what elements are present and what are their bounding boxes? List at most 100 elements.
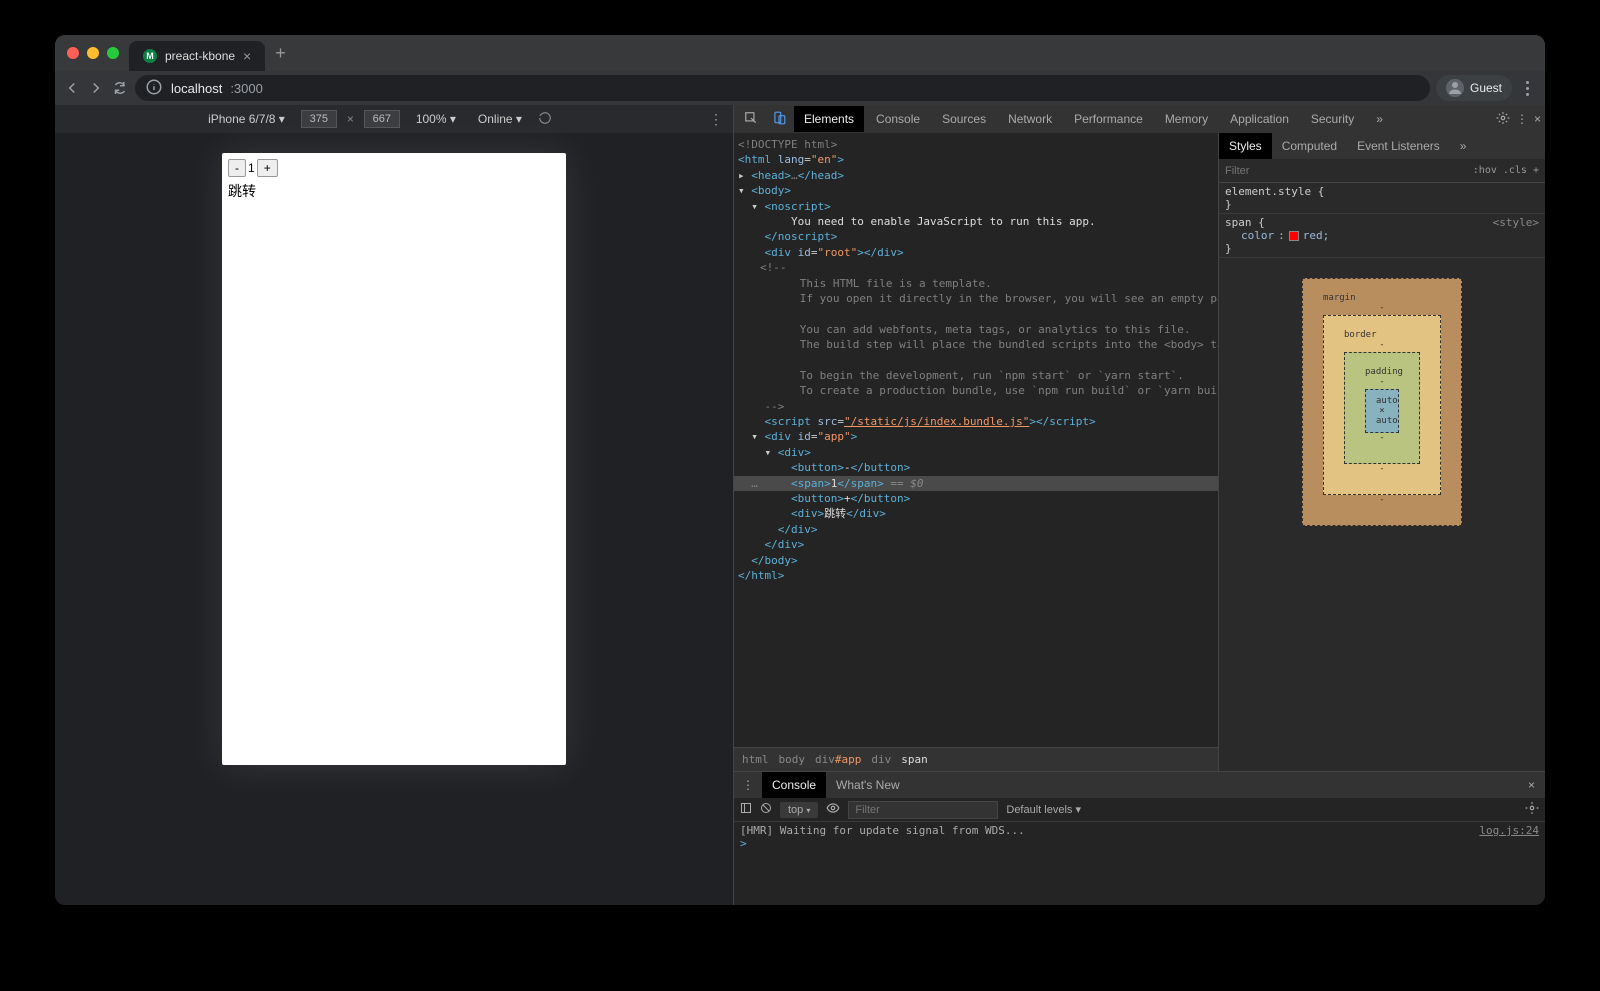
dom-line[interactable]: ▾ <div> bbox=[734, 445, 1218, 460]
tab-performance[interactable]: Performance bbox=[1064, 106, 1153, 132]
tab-sources[interactable]: Sources bbox=[932, 106, 996, 132]
increment-button[interactable]: + bbox=[257, 159, 278, 177]
console-settings-button[interactable] bbox=[1525, 801, 1539, 818]
close-devtools-button[interactable]: × bbox=[1534, 112, 1541, 126]
breadcrumb-item[interactable]: body bbox=[779, 753, 806, 766]
console-prompt[interactable]: > bbox=[740, 837, 1539, 850]
device-toggle-button[interactable] bbox=[766, 111, 792, 128]
dom-line[interactable]: ▸ <head>…</head> bbox=[734, 168, 1218, 183]
navigate-link[interactable]: 跳转 bbox=[228, 181, 560, 201]
clear-console-button[interactable] bbox=[760, 802, 772, 817]
dom-line[interactable]: You need to enable JavaScript to run thi… bbox=[734, 214, 1218, 229]
subtab-overflow[interactable]: » bbox=[1450, 133, 1477, 159]
close-window-button[interactable] bbox=[67, 47, 79, 59]
breadcrumb-item[interactable]: div#app bbox=[815, 753, 861, 766]
dom-line[interactable]: </body> bbox=[734, 553, 1218, 568]
drawer-tab-console[interactable]: Console bbox=[762, 772, 826, 798]
dom-line-selected[interactable]: … <span>1</span> == $0 bbox=[734, 476, 1218, 491]
profile-chip[interactable]: Guest bbox=[1436, 75, 1512, 101]
dom-line[interactable]: <html lang="en"> bbox=[734, 152, 1218, 167]
dom-line[interactable]: ▾ <body> bbox=[734, 183, 1218, 198]
drawer-tab-whatsnew[interactable]: What's New bbox=[826, 772, 910, 798]
dom-line[interactable]: </div> bbox=[734, 537, 1218, 552]
console-sidebar-toggle[interactable] bbox=[740, 802, 752, 817]
back-button[interactable] bbox=[63, 79, 81, 97]
style-rule[interactable]: <style> span { color: red; } bbox=[1219, 214, 1545, 258]
drawer-tabs: ⋮ Console What's New × bbox=[734, 772, 1545, 798]
live-expression-button[interactable] bbox=[826, 801, 840, 818]
dom-line[interactable]: </html> bbox=[734, 568, 1218, 583]
height-input[interactable] bbox=[364, 110, 400, 128]
dom-line[interactable]: <button>+</button> bbox=[734, 491, 1218, 506]
dom-line[interactable]: <div id="root"></div> bbox=[734, 245, 1218, 260]
url-input[interactable]: localhost:3000 bbox=[135, 75, 1430, 101]
dom-line[interactable]: <button>-</button> bbox=[734, 460, 1218, 475]
styles-filter-input[interactable] bbox=[1225, 165, 1467, 177]
style-rule[interactable]: element.style { } bbox=[1219, 183, 1545, 214]
forward-button[interactable] bbox=[87, 79, 105, 97]
dom-line[interactable]: ▾ <div id="app"> bbox=[734, 429, 1218, 444]
subtab-listeners[interactable]: Event Listeners bbox=[1347, 133, 1450, 159]
decrement-button[interactable]: - bbox=[228, 159, 246, 177]
device-select[interactable]: iPhone 6/7/8 ▾ bbox=[202, 110, 291, 128]
dom-line[interactable]: <!-- bbox=[734, 260, 1218, 275]
tabs-overflow[interactable]: » bbox=[1366, 106, 1393, 132]
dom-line[interactable]: --> bbox=[734, 399, 1218, 414]
subtab-styles[interactable]: Styles bbox=[1219, 133, 1272, 159]
new-tab-button[interactable]: + bbox=[275, 43, 286, 64]
dom-line[interactable]: <script src="/static/js/index.bundle.js"… bbox=[734, 414, 1218, 429]
breadcrumb-item[interactable]: html bbox=[742, 753, 769, 766]
dimension-separator: × bbox=[347, 112, 354, 126]
tab-application[interactable]: Application bbox=[1220, 106, 1299, 132]
dom-line[interactable]: This HTML file is a template. bbox=[734, 276, 1218, 291]
color-swatch[interactable] bbox=[1289, 231, 1299, 241]
cls-toggle[interactable]: .cls bbox=[1503, 165, 1527, 176]
dom-line[interactable]: ▾ <noscript> bbox=[734, 199, 1218, 214]
breadcrumb[interactable]: html body div#app div span bbox=[734, 747, 1218, 771]
simulated-viewport[interactable]: - 1 + 跳转 bbox=[222, 153, 566, 765]
inspect-button[interactable] bbox=[738, 111, 764, 128]
dom-tree[interactable]: <!DOCTYPE html> <html lang="en"> ▸ <head… bbox=[734, 133, 1218, 747]
dom-line[interactable]: You can add webfonts, meta tags, or anal… bbox=[734, 322, 1218, 337]
breadcrumb-item[interactable]: div bbox=[871, 753, 891, 766]
log-source[interactable]: log.js:24 bbox=[1479, 824, 1539, 837]
breadcrumb-item-active[interactable]: span bbox=[901, 753, 928, 766]
new-rule-button[interactable]: + bbox=[1533, 165, 1539, 176]
subtab-computed[interactable]: Computed bbox=[1272, 133, 1347, 159]
tab-security[interactable]: Security bbox=[1301, 106, 1364, 132]
throttle-select[interactable]: Online ▾ bbox=[472, 110, 528, 128]
maximize-window-button[interactable] bbox=[107, 47, 119, 59]
box-model[interactable]: margin - border - padding - auto × auto … bbox=[1302, 278, 1462, 526]
settings-button[interactable] bbox=[1496, 111, 1510, 128]
close-tab-button[interactable]: × bbox=[243, 48, 251, 64]
tab-elements[interactable]: Elements bbox=[794, 106, 864, 132]
zoom-select[interactable]: 100% ▾ bbox=[410, 110, 462, 128]
tab-memory[interactable]: Memory bbox=[1155, 106, 1218, 132]
dom-line[interactable]: <!DOCTYPE html> bbox=[734, 137, 1218, 152]
tab-console[interactable]: Console bbox=[866, 106, 930, 132]
dom-line[interactable]: To create a production bundle, use `npm … bbox=[734, 383, 1218, 398]
close-drawer-button[interactable]: × bbox=[1518, 778, 1545, 792]
context-select[interactable]: top ▾ bbox=[780, 802, 818, 818]
hov-toggle[interactable]: :hov bbox=[1473, 165, 1497, 176]
log-levels-select[interactable]: Default levels ▾ bbox=[1006, 803, 1081, 816]
browser-tab[interactable]: M preact-kbone × bbox=[129, 41, 265, 71]
devtools-menu[interactable]: ⋮ bbox=[1516, 112, 1528, 126]
dom-line[interactable]: <div>跳转</div> bbox=[734, 506, 1218, 521]
width-input[interactable] bbox=[301, 110, 337, 128]
rotate-button[interactable] bbox=[538, 111, 552, 128]
device-menu-button[interactable]: ⋮ bbox=[709, 111, 723, 128]
browser-menu-button[interactable] bbox=[1518, 81, 1537, 96]
minimize-window-button[interactable] bbox=[87, 47, 99, 59]
rule-source[interactable]: <style> bbox=[1493, 216, 1539, 229]
drawer-menu[interactable]: ⋮ bbox=[734, 778, 762, 792]
tab-network[interactable]: Network bbox=[998, 106, 1062, 132]
console-output[interactable]: [HMR] Waiting for update signal from WDS… bbox=[734, 822, 1545, 905]
dom-line[interactable]: The build step will place the bundled sc… bbox=[734, 337, 1218, 352]
dom-line[interactable]: If you open it directly in the browser, … bbox=[734, 291, 1218, 306]
dom-line[interactable]: </div> bbox=[734, 522, 1218, 537]
reload-button[interactable] bbox=[111, 79, 129, 97]
dom-line[interactable]: </noscript> bbox=[734, 229, 1218, 244]
console-filter-input[interactable] bbox=[848, 801, 998, 819]
dom-line[interactable]: To begin the development, run `npm start… bbox=[734, 368, 1218, 383]
